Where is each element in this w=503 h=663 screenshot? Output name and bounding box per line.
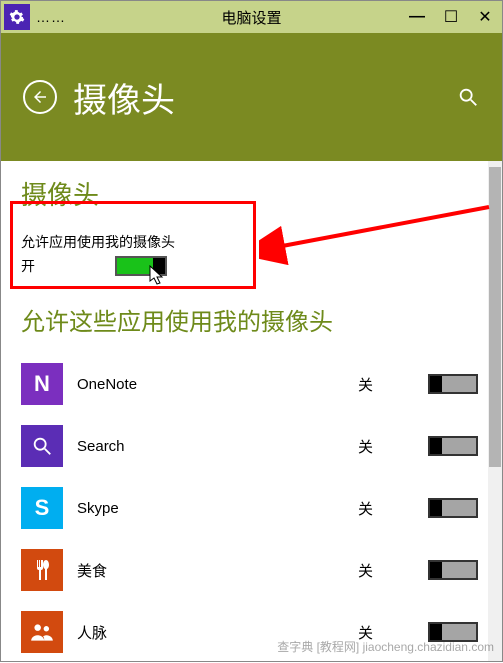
section-heading-camera: 摄像头: [21, 175, 482, 212]
titlebar: …… 电脑设置 — ☐ ✕: [1, 1, 502, 33]
app-name-label: OneNote: [77, 376, 358, 393]
arrow-left-icon: [31, 88, 49, 106]
app-row: S Skype关: [21, 477, 482, 539]
app-icon: S: [21, 487, 63, 529]
app-name-label: 人脉: [77, 622, 358, 643]
app-name-label: 美食: [77, 560, 358, 581]
app-row: 美食关: [21, 539, 482, 601]
app-toggle-state: 关: [358, 436, 428, 457]
app-name-label: Search: [77, 438, 358, 455]
app-icon: N: [21, 363, 63, 405]
app-toggle[interactable]: [428, 436, 478, 456]
app-toggle[interactable]: [428, 560, 478, 580]
page-header: 摄像头: [1, 33, 502, 161]
app-toggle-state: 关: [358, 622, 428, 643]
page-title: 摄像头: [73, 73, 175, 122]
toggle-knob: [430, 562, 442, 578]
app-toggle[interactable]: [428, 374, 478, 394]
app-icon: [21, 549, 63, 591]
gear-icon[interactable]: [4, 4, 30, 30]
scrollbar-thumb[interactable]: [489, 167, 501, 467]
more-menu[interactable]: ……: [36, 9, 66, 25]
app-row: Search关: [21, 415, 482, 477]
app-row: N OneNote关: [21, 353, 482, 415]
camera-master-toggle[interactable]: [115, 256, 167, 276]
close-button[interactable]: ✕: [468, 1, 502, 33]
scrollbar[interactable]: [488, 161, 502, 661]
app-toggle-state: 关: [358, 498, 428, 519]
search-icon: [457, 86, 479, 108]
toggle-knob: [430, 376, 442, 392]
permission-label: 允许应用使用我的摄像头: [21, 232, 482, 252]
maximize-button[interactable]: ☐: [434, 1, 468, 33]
app-icon: [21, 611, 63, 653]
app-toggle-state: 关: [358, 374, 428, 395]
toggle-knob: [430, 500, 442, 516]
app-toggle-state: 关: [358, 560, 428, 581]
app-toggle[interactable]: [428, 498, 478, 518]
toggle-knob: [153, 258, 165, 274]
app-icon: [21, 425, 63, 467]
back-button[interactable]: [23, 80, 57, 114]
toggle-knob: [430, 438, 442, 454]
toggle-knob: [430, 624, 442, 640]
search-button[interactable]: [456, 85, 480, 109]
app-row: 人脉关: [21, 601, 482, 663]
minimize-button[interactable]: —: [400, 1, 434, 33]
app-name-label: Skype: [77, 500, 358, 517]
content-area: 摄像头 允许应用使用我的摄像头 开 允许这些应用使用我的摄像头 N OneNote…: [1, 161, 502, 663]
app-toggle[interactable]: [428, 622, 478, 642]
main-toggle-state: 开: [21, 256, 35, 276]
section-heading-apps: 允许这些应用使用我的摄像头: [21, 302, 482, 337]
